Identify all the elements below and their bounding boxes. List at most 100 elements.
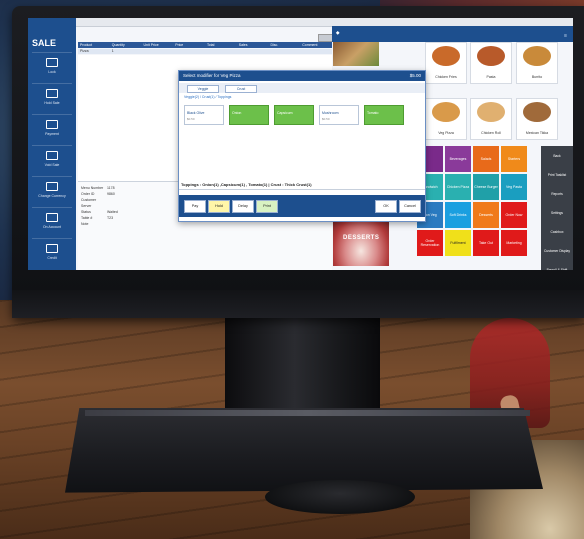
food-name: Mexican Tikka	[525, 131, 549, 135]
action-button[interactable]: OK	[375, 200, 397, 213]
sidebar-credit-button[interactable]: Credit	[32, 238, 72, 265]
modifier-option[interactable]: Tomato	[364, 105, 404, 125]
sidebar-void-sale-button[interactable]: Void Sale	[32, 145, 72, 172]
pos-screen: SALE Lock Hold Sale Payment Void Sale Change…	[28, 18, 573, 270]
option-name: Onion	[232, 111, 242, 115]
modal-title-text: Select modifier for Veg Pizza	[183, 73, 241, 78]
info-value: 1178	[107, 186, 115, 190]
modifier-dialog: Select modifier for Veg Pizza $5.00 Vegg…	[178, 70, 426, 222]
command-button[interactable]: Settings	[541, 203, 573, 223]
action-button[interactable]: Print	[256, 200, 278, 213]
category-button[interactable]: Order Now	[501, 202, 527, 228]
food-tile[interactable]: Pasta	[470, 42, 512, 84]
sidebar-lock-button[interactable]: Lock	[32, 52, 72, 79]
option-name: Tomato	[367, 111, 379, 115]
action-button[interactable]: Pay	[184, 200, 206, 213]
info-row: Customer	[81, 198, 107, 202]
modal-action-bar: Pay Hold Delay Print OK Cancel	[179, 195, 425, 217]
order-table-header: Product Quantity Unit Price Price Total Sales…	[78, 42, 332, 48]
info-row: Server	[81, 204, 107, 208]
info-value: 9860	[107, 192, 115, 196]
table-cell	[269, 49, 301, 54]
category-button[interactable]: Marketing	[501, 230, 527, 256]
option-name: Mushroom	[322, 111, 339, 115]
food-tile[interactable]: Burrito	[516, 42, 558, 84]
payment-icon	[46, 120, 58, 129]
column-header: Sales	[238, 43, 248, 47]
command-button[interactable]: Back	[541, 146, 573, 166]
info-row: Table # T23	[81, 216, 113, 220]
table-cell: Pizza	[80, 49, 89, 53]
modifier-option[interactable]: Black Olive $0.50	[184, 105, 224, 125]
table-cell	[173, 49, 205, 54]
table-cell	[205, 49, 237, 54]
modifier-option[interactable]: Capsicum	[274, 105, 314, 125]
modifier-option[interactable]: Mushroom $0.50	[319, 105, 359, 125]
category-button[interactable]: Starters	[501, 146, 527, 172]
info-row: Note	[81, 222, 107, 226]
food-name: Burrito	[531, 75, 543, 79]
food-image	[523, 102, 551, 122]
food-image	[477, 46, 505, 66]
action-button[interactable]: Hold	[208, 200, 230, 213]
table-cell	[300, 49, 332, 54]
info-value: Waited	[107, 210, 118, 214]
food-tile[interactable]: Mexican Tikka	[516, 98, 558, 140]
command-button[interactable]: Print Tasklist	[541, 165, 573, 185]
stand-base-edge	[85, 410, 530, 416]
modal-title: Select modifier for Veg Pizza $5.00	[179, 71, 425, 81]
sidebar-on-account-button[interactable]: On Account	[32, 207, 72, 234]
action-button[interactable]: Delay	[232, 200, 254, 213]
modifier-option[interactable]: Onion	[229, 105, 269, 125]
info-label: Status	[81, 210, 91, 214]
dessert-photo[interactable]	[333, 216, 389, 266]
option-name: Capsicum	[277, 111, 293, 115]
food-name: Chicken Roll	[481, 131, 501, 135]
card-reader-device	[265, 480, 415, 514]
sidebar-hold-sale-button[interactable]: Hold Sale	[32, 83, 72, 110]
food-tile[interactable]: Chicken Fries	[425, 42, 467, 84]
food-image	[523, 46, 551, 66]
sidebar-payment-button[interactable]: Payment	[32, 114, 72, 141]
command-button[interactable]: Cashbox	[541, 222, 573, 242]
action-button[interactable]: Cancel	[399, 200, 421, 213]
category-button[interactable]: Soft Drinks	[445, 202, 471, 228]
column-header: Unit Price	[143, 43, 159, 47]
brand-menu-icon[interactable]: ☰	[564, 34, 567, 38]
category-button[interactable]: Take Out	[473, 230, 499, 256]
category-button[interactable]: Veg Pasta	[501, 174, 527, 200]
category-button[interactable]: Desserts	[473, 202, 499, 228]
sidebar-change-currency-button[interactable]: Change Currency	[32, 176, 72, 203]
category-button[interactable]: Salads	[473, 146, 499, 172]
modifier-breadcrumb: Veggie(2) / Crust(1) / Toppings	[184, 95, 232, 99]
category-button[interactable]: Fulfilment	[445, 230, 471, 256]
category-button[interactable]: Beverages	[445, 146, 471, 172]
option-price: $0.50	[322, 117, 330, 121]
command-button[interactable]: Customer Display	[541, 241, 573, 261]
command-button[interactable]: Payroll & Shift	[541, 260, 573, 270]
info-label: Customer	[81, 198, 97, 202]
account-icon	[46, 213, 58, 222]
info-label: Order ID	[81, 192, 95, 196]
category-button[interactable]: Cheese Burger	[473, 174, 499, 200]
sidebar-button-label: On Account	[42, 225, 62, 229]
food-name: Veg Pizza	[438, 131, 454, 135]
modal-tab[interactable]: Veggie	[187, 85, 219, 93]
brand-bar: ◆ ☰	[332, 26, 573, 42]
command-button[interactable]: Reports	[541, 184, 573, 204]
food-tile[interactable]: Veg Pizza	[425, 98, 467, 140]
modal-tabs: Veggie Crust	[179, 83, 425, 93]
info-label: Menu Number	[81, 186, 104, 190]
sidebar-button-label: Lock	[48, 70, 56, 74]
info-row: Order ID 9860	[81, 192, 115, 196]
category-button[interactable]: Order Reservation	[417, 230, 443, 256]
modal-tab[interactable]: Crust	[225, 85, 257, 93]
order-table-row[interactable]: Pizza 1	[78, 49, 332, 54]
category-button[interactable]: Chicken Pizza	[445, 174, 471, 200]
column-header: Total	[207, 43, 215, 47]
modal-divider	[179, 189, 425, 190]
table-cell	[237, 49, 269, 54]
table-cell	[142, 49, 174, 54]
food-tile[interactable]: Chicken Roll	[470, 98, 512, 140]
cash-register-icon	[46, 58, 58, 67]
